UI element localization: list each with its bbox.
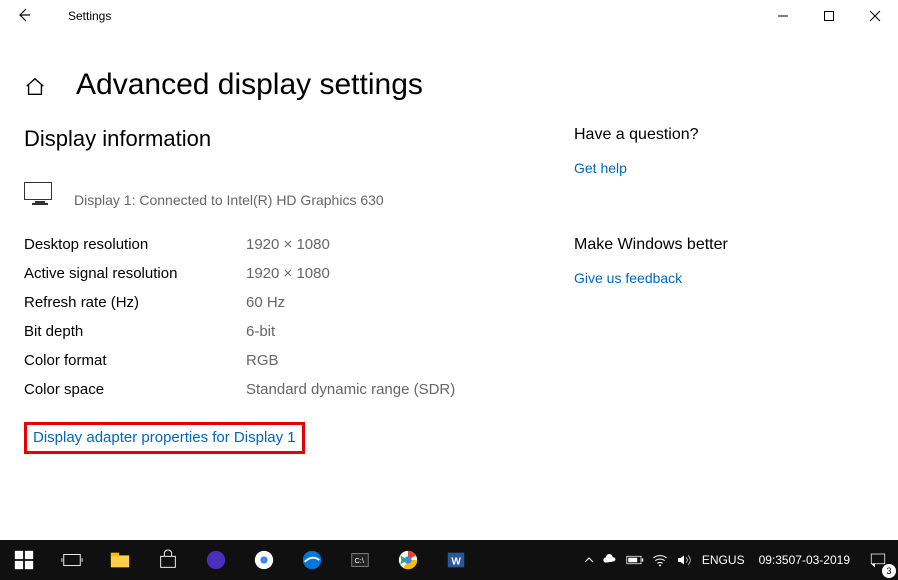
titlebar: Settings bbox=[0, 0, 898, 32]
home-icon[interactable] bbox=[24, 76, 46, 98]
give-feedback-link[interactable]: Give us feedback bbox=[574, 270, 874, 286]
color-format-label: Color format bbox=[24, 346, 246, 375]
display-info-table: Desktop resolution 1920 × 1080 Active si… bbox=[24, 230, 455, 404]
wifi-icon[interactable] bbox=[648, 540, 672, 580]
bit-depth-value: 6-bit bbox=[246, 317, 455, 346]
color-space-value: Standard dynamic range (SDR) bbox=[246, 375, 455, 404]
content-area: Display information Display 1: Connected… bbox=[0, 126, 898, 454]
terminal-button[interactable]: C:\ bbox=[336, 540, 384, 580]
display-adapter-row: Display 1: Connected to Intel(R) HD Grap… bbox=[24, 182, 554, 210]
table-row: Desktop resolution 1920 × 1080 bbox=[24, 230, 455, 259]
firefox-button[interactable] bbox=[192, 540, 240, 580]
desktop-resolution-label: Desktop resolution bbox=[24, 230, 246, 259]
clock-date: 07-03-2019 bbox=[789, 553, 850, 567]
taskbar: C:\ W ENG US 09:35 07-03-2019 bbox=[0, 540, 898, 580]
onedrive-icon[interactable] bbox=[598, 540, 622, 580]
refresh-rate-label: Refresh rate (Hz) bbox=[24, 288, 246, 317]
table-row: Color format RGB bbox=[24, 346, 455, 375]
close-button[interactable] bbox=[852, 0, 898, 32]
file-explorer-button[interactable] bbox=[96, 540, 144, 580]
edge-button[interactable] bbox=[288, 540, 336, 580]
desktop-resolution-value: 1920 × 1080 bbox=[246, 230, 455, 259]
store-button[interactable] bbox=[144, 540, 192, 580]
have-question-title: Have a question? bbox=[574, 126, 874, 144]
active-resolution-label: Active signal resolution bbox=[24, 259, 246, 288]
display-adapter-properties-link[interactable]: Display adapter properties for Display 1 bbox=[33, 429, 296, 446]
back-button[interactable] bbox=[8, 8, 40, 25]
minimize-button[interactable] bbox=[760, 0, 806, 32]
language-indicator[interactable]: ENG US bbox=[696, 540, 751, 580]
get-help-link[interactable]: Get help bbox=[574, 160, 874, 176]
monitor-icon bbox=[24, 182, 56, 210]
table-row: Refresh rate (Hz) 60 Hz bbox=[24, 288, 455, 317]
clock-time: 09:35 bbox=[759, 553, 789, 567]
chrome-button[interactable] bbox=[240, 540, 288, 580]
active-resolution-value: 1920 × 1080 bbox=[246, 259, 455, 288]
maximize-button[interactable] bbox=[806, 0, 852, 32]
bit-depth-label: Bit depth bbox=[24, 317, 246, 346]
table-row: Color space Standard dynamic range (SDR) bbox=[24, 375, 455, 404]
help-sidebar: Have a question? Get help Make Windows b… bbox=[574, 126, 874, 454]
chrome2-button[interactable] bbox=[384, 540, 432, 580]
battery-icon[interactable] bbox=[622, 540, 648, 580]
notification-badge: 3 bbox=[882, 564, 896, 578]
lang-secondary: US bbox=[728, 553, 745, 567]
make-windows-better-title: Make Windows better bbox=[574, 236, 874, 254]
highlighted-link-box: Display adapter properties for Display 1 bbox=[24, 422, 305, 454]
action-center-button[interactable]: 3 bbox=[858, 540, 898, 580]
system-tray: ENG US 09:35 07-03-2019 3 bbox=[580, 540, 898, 580]
volume-icon[interactable] bbox=[672, 540, 696, 580]
table-row: Active signal resolution 1920 × 1080 bbox=[24, 259, 455, 288]
task-view-button[interactable] bbox=[48, 540, 96, 580]
start-button[interactable] bbox=[0, 540, 48, 580]
color-space-label: Color space bbox=[24, 375, 246, 404]
lang-primary: ENG bbox=[702, 553, 728, 567]
display-connection-text: Display 1: Connected to Intel(R) HD Grap… bbox=[74, 182, 384, 208]
refresh-rate-value: 60 Hz bbox=[246, 288, 455, 317]
page-header: Advanced display settings bbox=[0, 32, 898, 126]
color-format-value: RGB bbox=[246, 346, 455, 375]
table-row: Bit depth 6-bit bbox=[24, 317, 455, 346]
display-information-section: Display information Display 1: Connected… bbox=[24, 126, 554, 454]
section-title: Display information bbox=[24, 126, 554, 152]
clock[interactable]: 09:35 07-03-2019 bbox=[751, 540, 858, 580]
svg-text:C:\: C:\ bbox=[355, 556, 365, 565]
window-title: Settings bbox=[68, 9, 111, 23]
tray-chevron-up-icon[interactable] bbox=[580, 540, 598, 580]
page-title: Advanced display settings bbox=[76, 68, 423, 102]
svg-text:W: W bbox=[451, 557, 461, 568]
word-button[interactable]: W bbox=[432, 540, 480, 580]
